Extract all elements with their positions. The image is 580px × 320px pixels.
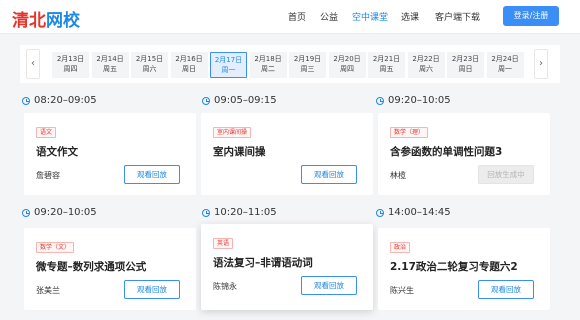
date-tab-weekday: 周日: [182, 65, 196, 73]
subject-tag: 数学（理）: [390, 127, 429, 138]
date-tab-date: 2月16日: [175, 55, 203, 63]
watch-replay-button[interactable]: 观看回放: [301, 165, 357, 184]
date-tab[interactable]: 2月24日周一: [486, 52, 524, 78]
teacher-name: 张美兰: [36, 286, 60, 295]
course-card[interactable]: 政治 2.17政治二轮复习专题六2 陈兴生 观看回放: [378, 228, 550, 310]
teacher-name: 陈兴生: [390, 286, 414, 295]
date-tab[interactable]: 2月17日周一: [210, 52, 247, 78]
course-card[interactable]: 数学（理） 含参函数的单调性问题3 林榄 回放生成中: [378, 113, 550, 195]
course-card[interactable]: 语文语文作文詹碧容 观看回放: [24, 113, 196, 195]
course-title[interactable]: 语文作文: [36, 144, 78, 159]
date-tab-date: 2月17日: [214, 56, 243, 64]
date-tab[interactable]: 2月20日周四: [328, 52, 366, 78]
time-slot-text: 09:20–10:05: [388, 95, 451, 106]
logo-text-red: 清北: [12, 11, 46, 31]
date-tab-weekday: 周五: [379, 65, 394, 73]
date-tab[interactable]: 2月18日周二: [249, 52, 287, 78]
time-slot-header: 09:20–10:05: [376, 95, 451, 106]
date-tab[interactable]: 2月21日周五: [368, 52, 405, 78]
time-slot-text: 09:20–10:05: [34, 207, 97, 218]
date-selector: ‹ 2月13日 周四 2月14日 周五 2月15日 周六 2月16日 周日 2月17日 周一 2月1…: [20, 45, 560, 83]
logo-text-blue: 网校: [46, 11, 80, 31]
date-tab-weekday: 周日: [458, 65, 473, 73]
time-slot-header: 10:20–11:05: [202, 207, 277, 218]
course-title[interactable]: 室内课间操: [213, 144, 266, 159]
course-title[interactable]: 含参函数的单调性问题3: [390, 144, 502, 159]
nav-select-course[interactable]: 选课: [401, 10, 419, 23]
time-slot-header: 08:20–09:05: [22, 95, 97, 106]
time-slot-text: 08:20–09:05: [34, 95, 97, 106]
chevron-right-icon[interactable]: ›: [534, 49, 548, 79]
clock-icon: [202, 208, 210, 217]
date-tab[interactable]: 2月16日周日: [170, 52, 208, 78]
course-title[interactable]: 语法复习–非谓语动词: [213, 255, 313, 270]
date-tab[interactable]: 2月23日周日: [447, 52, 484, 78]
date-tab-weekday: 周三: [300, 65, 315, 73]
date-tab-date: 2月15日: [135, 55, 164, 63]
date-tab-weekday: 周五: [103, 65, 117, 73]
date-tab-date: 2月18日: [254, 55, 282, 63]
clock-icon: [376, 96, 384, 105]
teacher-name: 詹碧容: [36, 171, 60, 180]
time-slot-text: 14:00–14:45: [388, 207, 451, 218]
time-slot-text: 10:20–11:05: [214, 207, 277, 218]
top-header: 清北网校 首页 公益 空中课堂 选课 客户端下载 登录/注册: [0, 0, 580, 34]
time-slot-header: 14:00–14:45: [376, 207, 451, 218]
clock-icon: [22, 96, 30, 105]
nav-home[interactable]: 首页: [288, 10, 306, 23]
clock-icon: [202, 96, 210, 105]
date-tab-date: 2月14日: [96, 55, 124, 63]
course-title[interactable]: 2.17政治二轮复习专题六2: [390, 259, 518, 274]
time-slot-text: 09:05–09:15: [214, 95, 277, 106]
subject-tag: 政治: [390, 242, 411, 253]
course-card[interactable]: 数学（文） 微专题–数列求通项公式张美兰 观看回放: [24, 228, 196, 310]
date-tab-date: 2月23日: [451, 55, 480, 63]
date-tab[interactable]: 2月13日周四: [52, 52, 89, 78]
date-tab-date: 2月24日: [491, 55, 519, 63]
login-register-button[interactable]: 登录/注册: [503, 6, 559, 26]
subject-tag: 数学（文）: [36, 242, 75, 253]
date-tab-date: 2月21日: [372, 55, 401, 63]
date-tab[interactable]: 2月19日周三: [289, 52, 326, 78]
watch-replay-button[interactable]: 观看回放: [478, 280, 534, 299]
course-title[interactable]: 微专题–数列求通项公式: [36, 259, 146, 274]
date-tab-date: 2月19日: [293, 55, 322, 63]
date-tab-weekday: 周一: [221, 66, 236, 74]
date-tab-weekday: 周一: [498, 65, 512, 73]
date-tab[interactable]: 2月22日周六: [407, 52, 445, 78]
watch-replay-button[interactable]: 观看回放: [124, 165, 180, 184]
subject-tag: 英语: [213, 238, 234, 249]
date-tab-weekday: 周二: [261, 65, 275, 73]
course-card[interactable]: 英语语法复习–非谓语动词陈锦永 观看回放: [201, 224, 373, 310]
date-tab[interactable]: 2月15日周六: [131, 52, 168, 78]
teacher-name: 陈锦永: [213, 282, 237, 291]
nav-client-download[interactable]: 客户端下载: [435, 10, 480, 23]
time-slot-header: 09:20–10:05: [22, 207, 97, 218]
watch-replay-button[interactable]: 观看回放: [301, 276, 357, 295]
teacher-name: 林榄: [390, 171, 406, 180]
date-tab-date: 2月13日: [56, 55, 85, 63]
date-tab-weekday: 周六: [419, 65, 433, 73]
time-slot-header: 09:05–09:15: [202, 95, 277, 106]
date-tab-weekday: 周六: [142, 65, 157, 73]
chevron-left-icon[interactable]: ‹: [26, 49, 40, 79]
subject-tag: 语文: [36, 127, 57, 138]
date-tab-weekday: 周四: [63, 65, 78, 73]
date-tab-weekday: 周四: [340, 65, 354, 73]
date-tab[interactable]: 2月14日周五: [91, 52, 129, 78]
nav-charity[interactable]: 公益: [320, 10, 338, 23]
watch-replay-button[interactable]: 观看回放: [124, 280, 180, 299]
course-card[interactable]: 室内课间操 室内课间操 观看回放: [201, 113, 373, 195]
site-logo[interactable]: 清北网校: [12, 6, 80, 31]
clock-icon: [22, 208, 30, 217]
nav-air-classroom[interactable]: 空中课堂: [352, 10, 388, 23]
clock-icon: [376, 208, 384, 217]
replay-generating-button: 回放生成中: [478, 165, 534, 184]
date-tab-date: 2月22日: [412, 55, 440, 63]
subject-tag: 室内课间操: [213, 127, 252, 138]
date-tab-date: 2月20日: [333, 55, 361, 63]
